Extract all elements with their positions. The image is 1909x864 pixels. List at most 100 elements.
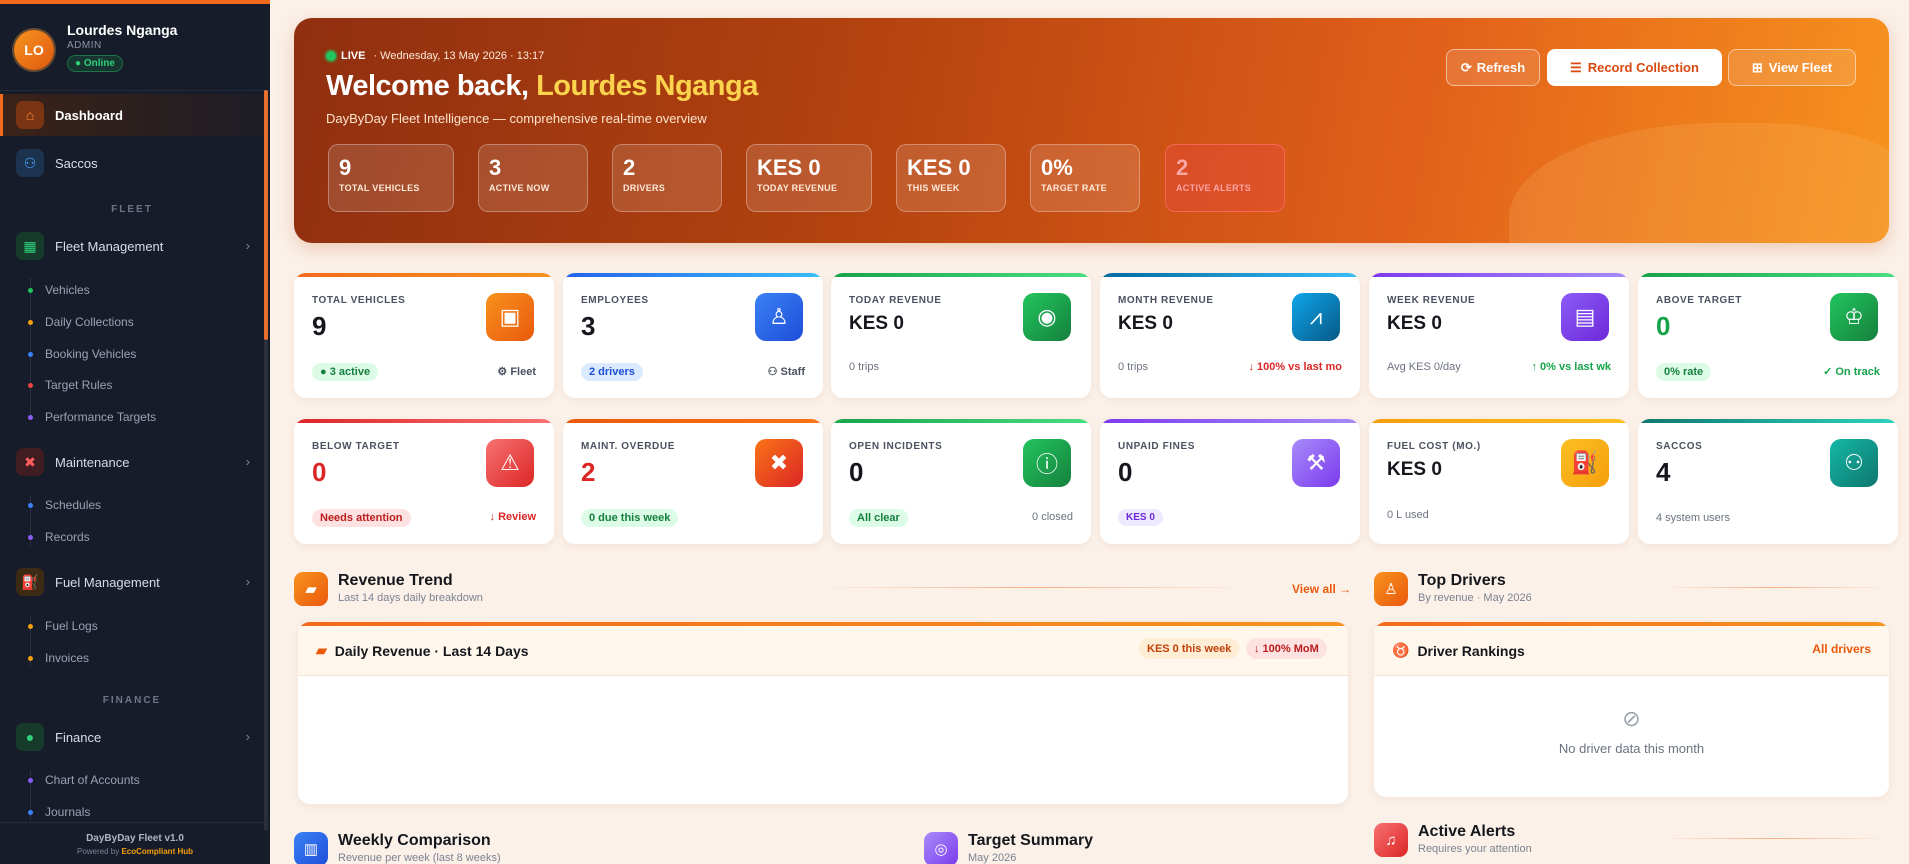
stat-card-above-target[interactable]: ABOVE TARGET 0 ♔ 0% rate ✓ On track xyxy=(1638,273,1898,398)
sidebar-subitem-records[interactable]: Records xyxy=(28,530,90,544)
hero-stat-today-revenue[interactable]: KES 0 TODAY REVENUE xyxy=(746,144,872,212)
card-trend: ↓ 100% vs last mo xyxy=(1248,361,1342,373)
hero-stat-this-week[interactable]: KES 0 THIS WEEK xyxy=(896,144,1006,212)
decorative-wave xyxy=(1509,123,1889,243)
card-accent-bar xyxy=(831,419,1091,423)
week-revenue-chip: KES 0 this week xyxy=(1139,638,1240,659)
area-chart-icon: ▰ xyxy=(294,572,328,606)
revenue-trend-header: ▰ Revenue Trend Last 14 days daily break… xyxy=(294,570,1352,610)
sidebar-item-maintenance[interactable]: ✖ Maintenance › xyxy=(0,441,264,483)
sidebar-subitem-schedules[interactable]: Schedules xyxy=(28,498,101,512)
sidebar-subitem-label: Journals xyxy=(45,805,91,819)
sidebar-subitem-label: Fuel Logs xyxy=(45,619,98,633)
stat-card-unpaid-fines[interactable]: UNPAID FINES 0 ⚒ KES 0 xyxy=(1100,419,1360,544)
sidebar-item-label: Finance xyxy=(55,729,102,745)
view-fleet-button[interactable]: ⊞ View Fleet xyxy=(1728,49,1856,86)
stat-card-below-target[interactable]: BELOW TARGET 0 ⚠ Needs attention ↓ Revie… xyxy=(294,419,554,544)
sidebar-subitem-invoices[interactable]: Invoices xyxy=(28,651,89,665)
hero-tagline: DayByDay Fleet Intelligence — comprehens… xyxy=(326,111,707,126)
section-label-fleet: FLEET xyxy=(111,204,153,215)
bullet-dot xyxy=(28,287,33,293)
sidebar-subitem-vehicles[interactable]: Vehicles xyxy=(28,283,90,297)
live-label: LIVE xyxy=(341,50,366,62)
hero-stat-drivers[interactable]: 2 DRIVERS xyxy=(612,144,722,212)
stat-card-saccos[interactable]: SACCOS 4 ⚇ 4 system users xyxy=(1638,419,1898,544)
sidebar-footer: DayByDay Fleet v1.0 Powered by EcoCompli… xyxy=(0,822,270,864)
card-footer-text: 0 L used xyxy=(1387,509,1429,521)
card-pill: 2 drivers xyxy=(581,363,643,381)
card-value: 0 xyxy=(1656,311,1671,341)
divider xyxy=(814,587,1254,588)
status-badge: ● Online xyxy=(67,55,123,72)
hero-stat-active-alerts[interactable]: 2 ACTIVE ALERTS xyxy=(1165,144,1285,212)
sidebar-subitem-chart-of-accounts[interactable]: Chart of Accounts xyxy=(28,773,140,787)
card-value: KES 0 xyxy=(1387,459,1442,480)
stat-card-employees[interactable]: EMPLOYEES 3 ♙ 2 drivers ⚇ Staff xyxy=(563,273,823,398)
hero-stat-label: TODAY REVENUE xyxy=(757,183,838,193)
sidebar-subitem-label: Chart of Accounts xyxy=(45,773,140,787)
sidebar-subitem-journals[interactable]: Journals xyxy=(28,805,90,819)
sidebar-item-saccos[interactable]: ⚇ Saccos xyxy=(0,142,264,184)
record-collection-button[interactable]: ☰ Record Collection xyxy=(1547,49,1722,86)
hero-stat-value: KES 0 xyxy=(907,155,971,180)
sidebar-item-finance[interactable]: ● Finance › xyxy=(0,716,264,758)
section-subtitle: Revenue per week (last 8 weeks) xyxy=(338,852,501,864)
card-accent-bar xyxy=(1100,419,1360,423)
calendar-icon: ▤ xyxy=(1561,293,1609,341)
sidebar-item-fuel-management[interactable]: ⛽ Fuel Management › xyxy=(0,561,264,603)
top-drivers-header: ♙ Top Drivers By revenue · May 2026 xyxy=(1374,570,1889,610)
stat-card-fuel-cost[interactable]: FUEL COST (MO.) KES 0 ⛽ 0 L used xyxy=(1369,419,1629,544)
bullet-dot xyxy=(28,777,33,783)
avatar[interactable]: LO xyxy=(14,30,54,70)
card-value: 2 xyxy=(581,457,596,487)
hero-stat-value: 3 xyxy=(489,155,502,180)
bullet-dot xyxy=(28,382,33,388)
hero-stat-value: 0% xyxy=(1041,155,1073,180)
card-pill: Needs attention xyxy=(312,509,411,527)
card-accent-bar xyxy=(563,419,823,423)
sidebar-item-fleet-management[interactable]: ▦ Fleet Management › xyxy=(0,225,264,267)
refresh-button[interactable]: ⟳ Refresh xyxy=(1446,49,1540,86)
section-subtitle: May 2026 xyxy=(968,852,1017,864)
user-profile[interactable]: LO Lourdes Nganga ADMIN ● Online xyxy=(14,20,264,80)
hero-stat-active-now[interactable]: 3 ACTIVE NOW xyxy=(478,144,588,212)
line-chart-icon: ⩘ xyxy=(1292,293,1340,341)
hero-stat-total-vehicles[interactable]: 9 TOTAL VEHICLES xyxy=(328,144,454,212)
stat-card-today-revenue[interactable]: TODAY REVENUE KES 0 ◉ 0 trips xyxy=(831,273,1091,398)
sidebar-subitem-performance-targets[interactable]: Performance Targets xyxy=(28,410,156,424)
stat-card-week-revenue[interactable]: WEEK REVENUE KES 0 ▤ Avg KES 0/day ↑ 0% … xyxy=(1369,273,1629,398)
hero-stat-label: TOTAL VEHICLES xyxy=(339,183,420,193)
powered-brand-link[interactable]: EcoCompliant Hub xyxy=(121,847,193,856)
sidebar-subitem-booking-vehicles[interactable]: Booking Vehicles xyxy=(28,347,136,361)
medal-icon: ♉ xyxy=(1392,642,1410,658)
sidebar-subitem-daily-collections[interactable]: Daily Collections xyxy=(28,315,134,329)
all-drivers-link[interactable]: All drivers xyxy=(1812,642,1871,656)
piggy-bank-icon: ● xyxy=(16,723,44,751)
sidebar-scrollbar[interactable] xyxy=(264,90,268,340)
card-title: SACCOS xyxy=(1656,441,1703,452)
coins-icon: ◉ xyxy=(1023,293,1071,341)
sidebar-item-label: Fuel Management xyxy=(55,574,160,590)
app-version: DayByDay Fleet v1.0 xyxy=(86,833,184,844)
sidebar-item-dashboard[interactable]: ⌂ Dashboard xyxy=(0,94,264,136)
users-icon: ⚇ xyxy=(16,149,44,177)
stat-card-month-revenue[interactable]: MONTH REVENUE KES 0 ⩘ 0 trips ↓ 100% vs … xyxy=(1100,273,1360,398)
sidebar-subitem-target-rules[interactable]: Target Rules xyxy=(28,378,112,392)
view-all-link[interactable]: View all → xyxy=(1292,582,1351,596)
hero-stat-target-rate[interactable]: 0% TARGET RATE xyxy=(1030,144,1140,212)
stat-card-total-vehicles[interactable]: TOTAL VEHICLES 9 ▣ ● 3 active ⚙ Fleet xyxy=(294,273,554,398)
stat-card-maint-overdue[interactable]: MAINT. OVERDUE 2 ✖ 0 due this week xyxy=(563,419,823,544)
powered-prefix: Powered by xyxy=(76,847,122,856)
daily-revenue-chart-area[interactable] xyxy=(298,677,1348,804)
card-accent-bar xyxy=(294,273,554,277)
bullet-dot xyxy=(28,414,33,420)
stat-card-open-incidents[interactable]: OPEN INCIDENTS 0 ⓘ All clear 0 closed xyxy=(831,419,1091,544)
divider xyxy=(1659,587,1889,588)
button-label: Record Collection xyxy=(1587,60,1699,75)
section-title: Weekly Comparison xyxy=(338,832,491,849)
card-footer-right: ⚙ Fleet xyxy=(497,366,536,378)
card-title: TODAY REVENUE xyxy=(849,295,942,306)
home-icon: ⌂ xyxy=(16,101,44,129)
sidebar-subitem-fuel-logs[interactable]: Fuel Logs xyxy=(28,619,98,633)
card-footer-right: 0 closed xyxy=(1032,511,1073,523)
